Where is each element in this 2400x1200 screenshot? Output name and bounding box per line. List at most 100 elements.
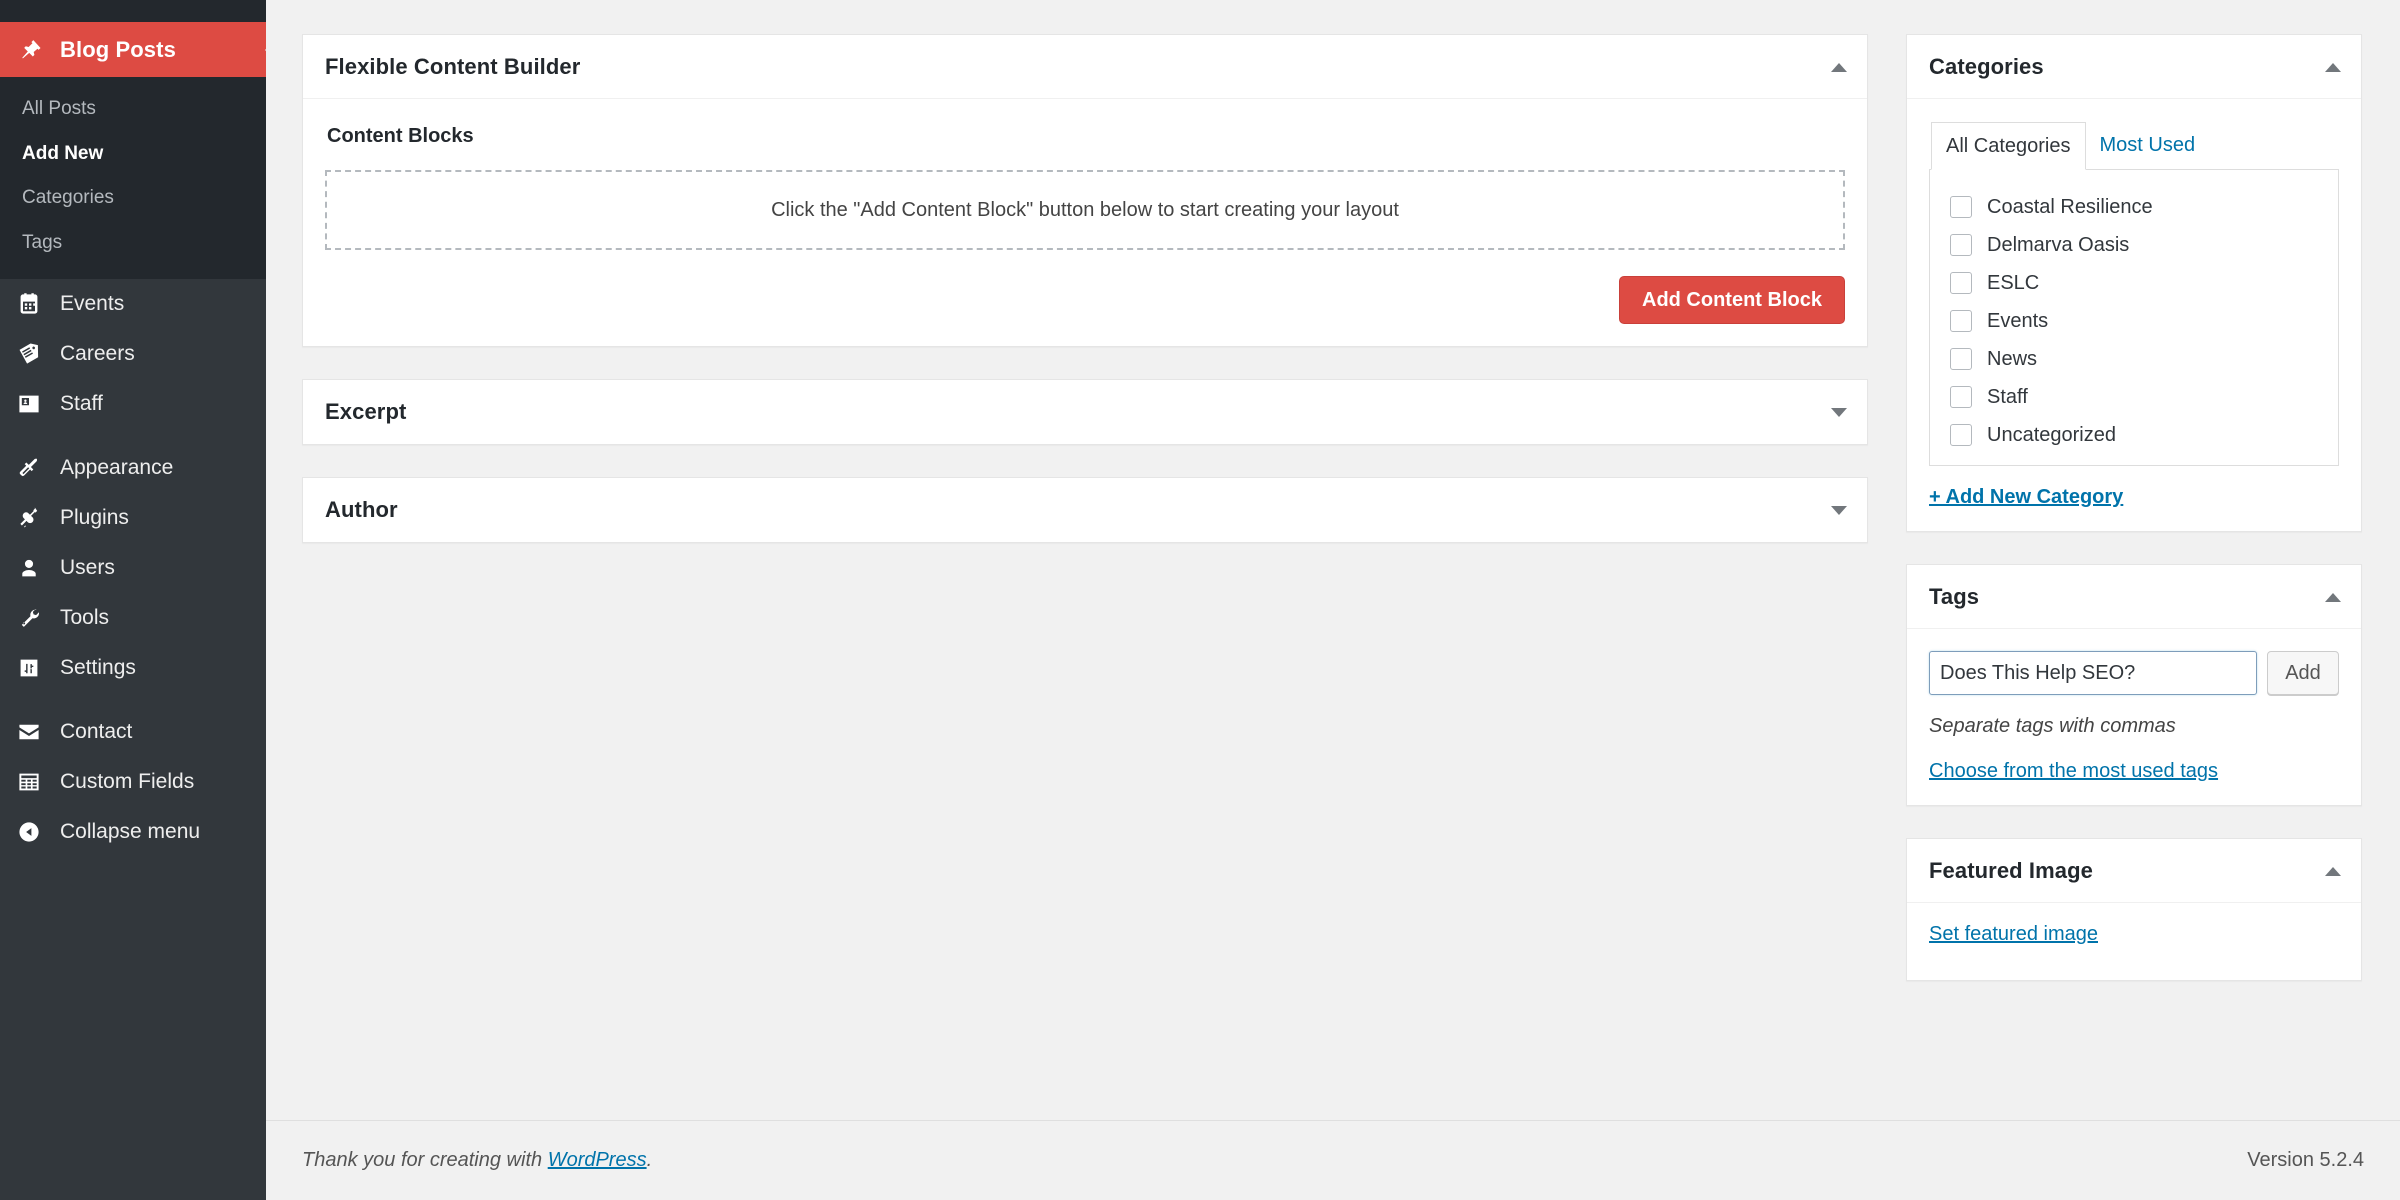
- collapse-arrow-icon: [14, 818, 43, 847]
- category-label: Uncategorized: [1987, 423, 2116, 446]
- add-tag-button[interactable]: Add: [2267, 651, 2339, 695]
- panel-title: Categories: [1929, 53, 2044, 79]
- sidebar-item-users[interactable]: Users: [0, 543, 266, 593]
- tag-entry-row: Add: [1929, 651, 2339, 695]
- panel-header[interactable]: Excerpt: [303, 380, 1867, 444]
- sidebar-divider: [0, 693, 266, 707]
- table-icon: [14, 768, 43, 797]
- sidebar-divider: [0, 429, 266, 443]
- sidebar-item-events[interactable]: Events: [0, 279, 266, 329]
- checkbox[interactable]: [1950, 386, 1972, 408]
- panel-categories: Categories All Categories Most Used Coas…: [1906, 34, 2362, 532]
- admin-footer: Thank you for creating with WordPress. V…: [266, 1120, 2400, 1200]
- footer-thanks-prefix: Thank you for creating with: [302, 1149, 548, 1171]
- panel-body: Set featured image: [1907, 903, 2361, 980]
- sidebar-submenu: All Posts Add New Categories Tags: [0, 77, 266, 279]
- category-item-news[interactable]: News: [1930, 340, 2338, 378]
- admin-bar-strip: [0, 0, 266, 22]
- wordpress-link[interactable]: WordPress: [548, 1149, 647, 1171]
- category-item-coastal-resilience[interactable]: Coastal Resilience: [1930, 188, 2338, 226]
- sidebar-subitem-categories[interactable]: Categories: [0, 176, 266, 221]
- panel-header[interactable]: Featured Image: [1907, 839, 2361, 903]
- collapse-triangle-icon[interactable]: [2325, 62, 2341, 72]
- sidebar-item-plugins[interactable]: Plugins: [0, 493, 266, 543]
- panel-flexible-content-builder: Flexible Content Builder Content Blocks …: [302, 34, 1868, 347]
- most-used-tags-link[interactable]: Choose from the most used tags: [1929, 760, 2218, 783]
- post-sidebar: Categories All Categories Most Used Coas…: [1906, 34, 2362, 1013]
- panel-header[interactable]: Categories: [1907, 35, 2361, 99]
- checkbox[interactable]: [1950, 272, 1972, 294]
- tag-icon: [14, 340, 43, 369]
- panel-header[interactable]: Tags: [1907, 565, 2361, 629]
- category-item-staff[interactable]: Staff: [1930, 378, 2338, 416]
- sidebar-item-label: Plugins: [60, 506, 129, 529]
- sidebar-item-custom-fields[interactable]: Custom Fields: [0, 757, 266, 807]
- category-label: Staff: [1987, 385, 2028, 408]
- collapse-triangle-icon[interactable]: [2325, 592, 2341, 602]
- set-featured-image-link[interactable]: Set featured image: [1929, 923, 2098, 946]
- pin-icon: [14, 35, 43, 64]
- sidebar-item-label: Tools: [60, 606, 110, 629]
- collapse-triangle-icon[interactable]: [1831, 62, 1847, 72]
- sidebar-item-label: Custom Fields: [60, 770, 195, 793]
- expand-triangle-icon[interactable]: [1831, 408, 1847, 417]
- panel-body: Add Separate tags with commas Choose fro…: [1907, 629, 2361, 805]
- panel-body: Content Blocks Click the "Add Content Bl…: [303, 99, 1867, 346]
- checkbox[interactable]: [1950, 196, 1972, 218]
- sidebar-item-label: Staff: [60, 392, 103, 415]
- category-checklist[interactable]: Coastal Resilience Delmarva Oasis ESLC E…: [1929, 170, 2339, 466]
- tab-most-used[interactable]: Most Used: [2086, 122, 2210, 170]
- sidebar-item-label: Blog Posts: [60, 36, 176, 62]
- add-content-block-button[interactable]: Add Content Block: [1619, 276, 1845, 324]
- new-tag-input[interactable]: [1929, 651, 2257, 695]
- panel-title: Excerpt: [325, 399, 407, 424]
- category-item-events[interactable]: Events: [1930, 302, 2338, 340]
- sidebar-item-contact[interactable]: Contact: [0, 707, 266, 757]
- checkbox[interactable]: [1950, 234, 1972, 256]
- sidebar-subitem-all-posts[interactable]: All Posts: [0, 87, 266, 132]
- panel-title: Tags: [1929, 583, 1980, 609]
- sidebar-item-staff[interactable]: Staff: [0, 379, 266, 429]
- category-tabs: All Categories Most Used: [1929, 121, 2339, 170]
- post-body-content: Flexible Content Builder Content Blocks …: [302, 34, 1868, 575]
- content-blocks-label: Content Blocks: [327, 125, 474, 147]
- panel-excerpt: Excerpt: [302, 379, 1868, 445]
- wordpress-admin-screen: Blog Posts All Posts Add New Categories …: [0, 0, 2400, 1200]
- checkbox[interactable]: [1950, 348, 1972, 370]
- sidebar-item-blog-posts[interactable]: Blog Posts: [0, 22, 276, 77]
- checkbox[interactable]: [1950, 310, 1972, 332]
- sliders-icon: [14, 654, 43, 683]
- panel-header[interactable]: Flexible Content Builder: [303, 35, 1867, 99]
- sidebar-group-core: Appearance Plugins Users Tools Settings: [0, 443, 266, 693]
- panel-featured-image: Featured Image Set featured image: [1906, 838, 2362, 981]
- collapse-triangle-icon[interactable]: [2325, 866, 2341, 876]
- sidebar-item-label: Users: [60, 556, 115, 579]
- sidebar-item-careers[interactable]: Careers: [0, 329, 266, 379]
- category-item-uncategorized[interactable]: Uncategorized: [1930, 416, 2338, 454]
- tab-all-categories[interactable]: All Categories: [1931, 122, 2086, 170]
- sidebar-item-appearance[interactable]: Appearance: [0, 443, 266, 493]
- tag-hint-text: Separate tags with commas: [1929, 715, 2176, 737]
- checkbox[interactable]: [1950, 424, 1972, 446]
- sidebar-item-settings[interactable]: Settings: [0, 643, 266, 693]
- panel-tags: Tags Add Separate tags with commas Choos…: [1906, 564, 2362, 806]
- admin-sidebar: Blog Posts All Posts Add New Categories …: [0, 0, 276, 1200]
- expand-triangle-icon[interactable]: [1831, 506, 1847, 515]
- sidebar-group-extras: Contact Custom Fields Collapse menu: [0, 707, 266, 857]
- footer-thanks-suffix: .: [646, 1149, 653, 1171]
- panel-header[interactable]: Author: [303, 478, 1867, 542]
- sidebar-item-tools[interactable]: Tools: [0, 593, 266, 643]
- footer-version: Version 5.2.4: [2247, 1149, 2364, 1171]
- category-label: Events: [1987, 309, 2049, 332]
- content-blocks-dropzone[interactable]: Click the "Add Content Block" button bel…: [325, 170, 1845, 250]
- sidebar-subitem-add-new[interactable]: Add New: [0, 132, 266, 177]
- panel-author: Author: [302, 477, 1868, 543]
- sidebar-item-collapse-menu[interactable]: Collapse menu: [0, 807, 266, 857]
- sidebar-item-label: Careers: [60, 342, 135, 365]
- category-item-delmarva-oasis[interactable]: Delmarva Oasis: [1930, 226, 2338, 264]
- sidebar-subitem-tags[interactable]: Tags: [0, 221, 266, 266]
- category-label: News: [1987, 347, 2038, 370]
- panel-title: Author: [325, 497, 398, 522]
- add-new-category-link[interactable]: + Add New Category: [1929, 486, 2123, 509]
- category-item-eslc[interactable]: ESLC: [1930, 264, 2338, 302]
